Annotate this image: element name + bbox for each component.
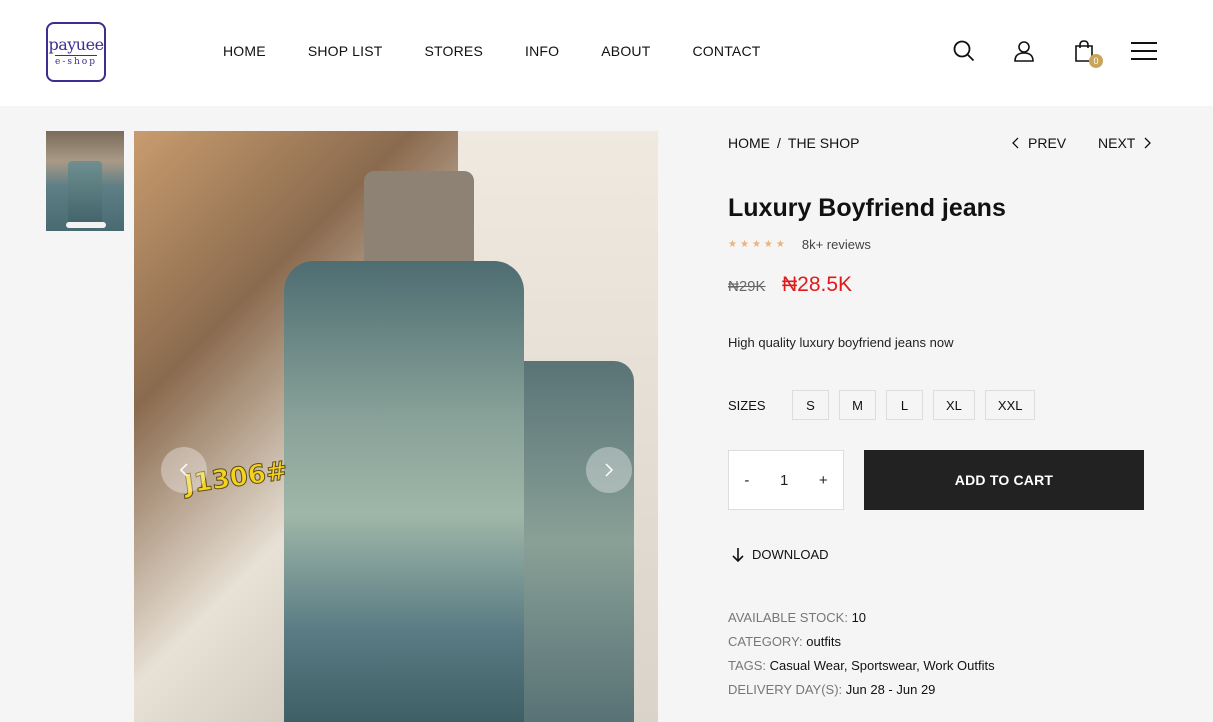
menu-icon[interactable] [1131,38,1157,64]
star-icon: ★ [751,238,761,250]
nav-home[interactable]: HOME [223,43,266,59]
image-top-garment [364,171,474,271]
chevron-right-icon [1144,137,1152,149]
cart-count-badge: 0 [1089,54,1103,68]
product-rating: ★ ★ ★ ★ ★ 8k+ reviews [728,237,871,252]
next-label: NEXT [1098,135,1136,151]
star-icon: ★ [728,238,737,250]
nav-stores[interactable]: STORES [425,43,484,59]
breadcrumb-current[interactable]: THE SHOP [788,135,860,151]
tags-label: TAGS: [728,658,767,673]
nav-about[interactable]: ABOUT [601,43,650,59]
user-icon[interactable] [1011,38,1037,64]
brand-logo[interactable]: payuee e-shop [46,22,106,82]
review-count[interactable]: 8k+ reviews [802,237,871,252]
delivery-value: Jun 28 - Jun 29 [845,682,936,697]
download-label: DOWNLOAD [752,547,829,562]
delivery-label: DELIVERY DAY(S): [728,682,843,697]
prev-product-link[interactable]: PREV [1012,135,1066,151]
header-actions: 0 [951,38,1157,68]
cart-icon[interactable]: 0 [1071,38,1103,68]
next-product-link[interactable]: NEXT [1098,135,1152,151]
chevron-right-icon [605,463,614,477]
size-option-l[interactable]: L [886,390,923,420]
sale-price: ₦28.5K [782,273,853,296]
site-header: payuee e-shop HOME SHOP LIST STORES INFO… [0,0,1213,106]
tags-value[interactable]: Casual Wear, Sportswear, Work Outfits [770,658,995,673]
product-title: Luxury Boyfriend jeans [728,194,1006,222]
delivery-info: DELIVERY DAY(S): Jun 28 - Jun 29 [728,682,935,697]
arrow-down-icon [732,547,744,562]
nav-contact[interactable]: CONTACT [693,43,761,59]
stock-label: AVAILABLE STOCK: [728,610,848,625]
size-option-m[interactable]: M [839,390,876,420]
chevron-left-icon [179,463,188,477]
nav-info[interactable]: INFO [525,43,559,59]
add-to-cart-button[interactable]: ADD TO CART [864,450,1144,510]
product-main-image: J1306# [134,131,658,722]
nav-shop-list[interactable]: SHOP LIST [308,43,383,59]
tags-info: TAGS: Casual Wear, Sportswear, Work Outf… [728,658,995,673]
product-thumbnail[interactable] [46,131,124,231]
category-value[interactable]: outfits [806,634,841,649]
original-price: ₦29K [728,278,766,295]
thumbnail-shoes [66,222,106,228]
brand-tagline: e-shop [55,55,97,67]
chevron-left-icon [1012,137,1019,149]
size-option-xl[interactable]: XL [933,390,975,420]
star-icon: ★ [763,238,773,250]
product-description: High quality luxury boyfriend jeans now [728,335,954,350]
size-options: S M L XL XXL [792,390,1036,420]
thumbnail-figure [68,161,102,227]
breadcrumb-separator: / [777,135,781,151]
quantity-value[interactable]: 1 [774,472,794,489]
quantity-stepper: - 1 + [728,450,844,510]
size-option-s[interactable]: S [792,390,829,420]
star-icon: ★ [775,238,785,250]
main-nav: HOME SHOP LIST STORES INFO ABOUT CONTACT [223,43,761,59]
stock-value: 10 [851,610,867,625]
category-label: CATEGORY: [728,634,803,649]
category-info: CATEGORY: outfits [728,634,841,649]
star-icon: ★ [739,238,749,250]
image-jeans [284,261,524,722]
search-icon[interactable] [951,38,977,64]
sizes-label: SIZES [728,398,766,413]
brand-name: payuee [48,35,104,54]
product-section: J1306# HOME / THE SHOP PREV NEXT Luxury Bo… [0,106,1213,722]
breadcrumb-home[interactable]: HOME [728,135,770,151]
breadcrumb: HOME / THE SHOP [728,135,859,151]
download-link[interactable]: DOWNLOAD [732,547,829,562]
quantity-decrease-button[interactable]: - [738,472,755,489]
quantity-increase-button[interactable]: + [813,472,834,489]
size-option-xxl[interactable]: XXL [984,390,1036,420]
prev-label: PREV [1028,135,1067,151]
gallery-next-button[interactable] [586,447,632,493]
gallery-prev-button[interactable] [161,447,207,493]
stock-info: AVAILABLE STOCK: 10 [728,610,866,625]
